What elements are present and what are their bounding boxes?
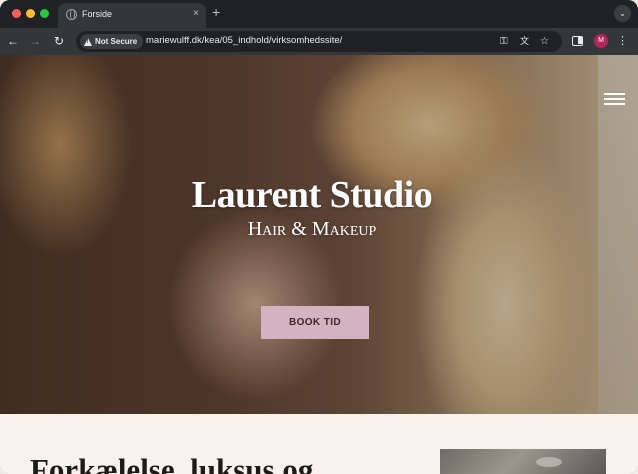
address-bar[interactable]: Not Secure mariewulff.dk/kea/05_indhold/… [76,31,562,52]
side-panel-icon[interactable] [572,36,583,46]
translate-icon[interactable]: 文 [520,35,529,48]
page-viewport: Laurent Studio Hair & Makeup BOOK TID Fo… [0,55,638,474]
tab-strip: Forside × + ⌄ [0,0,638,28]
section-heading: Forkælelse, luksus og [30,452,314,474]
warning-icon [84,37,92,46]
intro-section: Forkælelse, luksus og [0,414,638,474]
hero-subtitle: Hair & Makeup [247,218,377,240]
password-key-icon[interactable]: ⚿ [500,35,508,48]
browser-menu-icon[interactable]: ⋮ [617,33,628,49]
security-label: Not Secure [95,37,138,46]
book-appointment-button[interactable]: BOOK TID [261,306,369,339]
hero-title: Laurent Studio [191,174,433,216]
close-icon[interactable]: × [193,8,199,20]
section-image [440,449,606,474]
minimize-window-button[interactable] [26,9,35,18]
browser-toolbar: ← → ↻ Not Secure mariewulff.dk/kea/05_in… [0,28,638,55]
back-button[interactable]: ← [6,33,20,49]
maximize-window-button[interactable] [40,9,49,18]
hamburger-menu-icon[interactable] [604,92,625,106]
browser-window: Forside × + ⌄ ← → ↻ Not Secure mariewulf… [0,0,638,474]
close-window-button[interactable] [12,9,21,18]
tab-search-button[interactable]: ⌄ [614,5,631,22]
security-indicator[interactable]: Not Secure [80,34,144,49]
url-text[interactable]: mariewulff.dk/kea/05_indhold/virksomheds… [146,35,342,46]
tab-forside[interactable]: Forside × [58,3,206,28]
globe-icon [66,9,77,20]
tab-title: Forside [82,9,113,19]
new-tab-button[interactable]: + [212,5,220,19]
hero-section: Laurent Studio Hair & Makeup BOOK TID [0,55,638,414]
bookmark-star-icon[interactable]: ☆ [540,35,549,48]
reload-button[interactable]: ↻ [52,33,66,49]
forward-button[interactable]: → [28,33,42,49]
profile-avatar[interactable]: M [594,34,608,48]
